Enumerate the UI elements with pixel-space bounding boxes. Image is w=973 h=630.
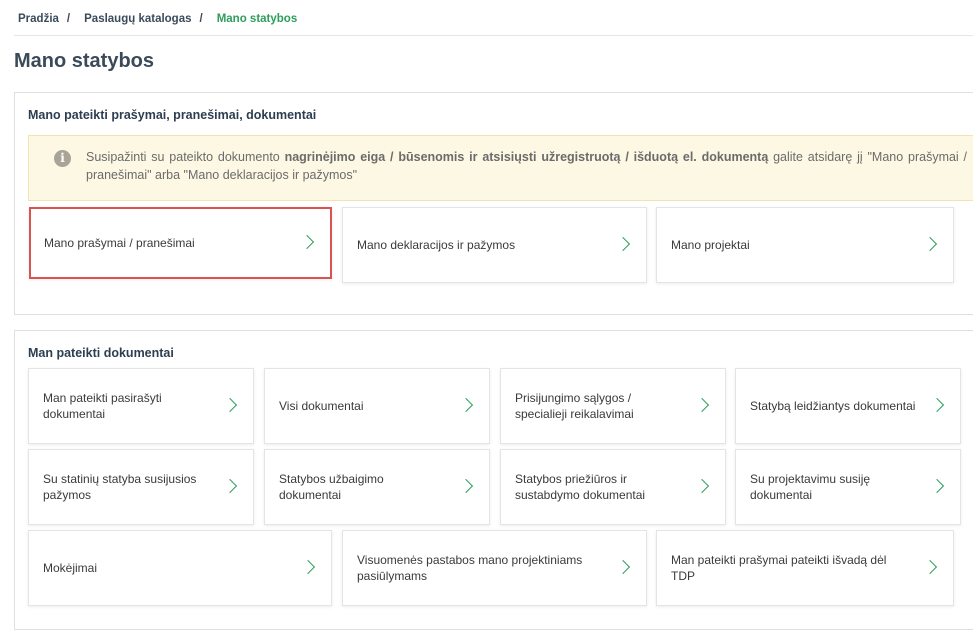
card-completion-documents[interactable]: Statybos užbaigimo dokumentai — [264, 449, 490, 525]
card-label: Su projektavimu susiję dokumentai — [750, 472, 871, 502]
card-label: Mano prašymai / pranešimai — [44, 236, 195, 250]
chevron-right-icon — [929, 478, 945, 494]
breadcrumb-current: Mano statybos — [216, 13, 298, 25]
section-title: Man pateikti dokumentai — [28, 346, 174, 360]
card-all-documents[interactable]: Visi dokumentai — [264, 368, 490, 444]
card-my-declarations[interactable]: Mano deklaracijos ir pažymos — [342, 207, 647, 283]
card-design-documents[interactable]: Su projektavimu susiję dokumentai — [735, 449, 961, 525]
chevron-right-icon — [694, 478, 710, 494]
card-public-comments[interactable]: Visuomenės pastabos mano projektiniams p… — [342, 530, 647, 606]
received-documents-panel: Man pateikti dokumentai Man pateikti pas… — [14, 330, 973, 630]
card-payments[interactable]: Mokėjimai — [28, 530, 332, 606]
card-building-permits[interactable]: Statybą leidžiantys dokumentai — [735, 368, 961, 444]
card-label: Mano projektai — [671, 238, 750, 252]
section-title: Mano pateikti prašymai, pranešimai, doku… — [28, 108, 317, 122]
chevron-right-icon — [615, 236, 631, 252]
chevron-right-icon — [922, 559, 938, 575]
card-tdp-conclusions[interactable]: Man pateikti prašymai pateikti išvadą dė… — [656, 530, 954, 606]
chevron-right-icon — [299, 234, 315, 250]
card-label: Visi dokumentai — [279, 399, 364, 413]
info-alert: i Susipažinti su pateikto dokumento nagr… — [28, 135, 973, 201]
card-label: Prisijungimo sąlygos / specialieji reika… — [515, 391, 634, 421]
info-icon: i — [54, 150, 71, 167]
page-title: Mano statybos — [14, 50, 155, 72]
chevron-right-icon — [458, 397, 474, 413]
breadcrumb-separator: / — [199, 13, 203, 25]
breadcrumb-home[interactable]: Pradžia — [18, 13, 59, 25]
chevron-right-icon — [222, 397, 238, 413]
chevron-right-icon — [922, 236, 938, 252]
chevron-right-icon — [615, 559, 631, 575]
breadcrumb-catalog[interactable]: Paslaugų katalogas — [84, 13, 191, 25]
header-divider — [14, 35, 973, 36]
card-my-projects[interactable]: Mano projektai — [656, 207, 954, 283]
card-signed-documents[interactable]: Man pateikti pasirašyti dokumentai — [28, 368, 254, 444]
chevron-right-icon — [300, 559, 316, 575]
card-label: Man pateikti prašymai pateikti išvadą dė… — [671, 553, 887, 583]
chevron-right-icon — [222, 478, 238, 494]
card-label: Statybos priežiūros ir sustabdymo dokume… — [515, 472, 646, 502]
card-construction-certificates[interactable]: Su statinių statyba susijusios pažymos — [28, 449, 254, 525]
chevron-right-icon — [929, 397, 945, 413]
my-submitted-panel: Mano pateikti prašymai, pranešimai, doku… — [14, 92, 973, 315]
card-connection-conditions[interactable]: Prisijungimo sąlygos / specialieji reika… — [500, 368, 726, 444]
chevron-right-icon — [694, 397, 710, 413]
card-label: Visuomenės pastabos mano projektiniams p… — [357, 553, 583, 583]
chevron-right-icon — [458, 478, 474, 494]
card-label: Mano deklaracijos ir pažymos — [357, 238, 516, 252]
card-label: Su statinių statyba susijusios pažymos — [43, 472, 197, 502]
card-supervision-documents[interactable]: Statybos priežiūros ir sustabdymo dokume… — [500, 449, 726, 525]
card-label: Statybos užbaigimo dokumentai — [279, 472, 384, 502]
card-label: Man pateikti pasirašyti dokumentai — [43, 391, 162, 421]
card-label: Mokėjimai — [43, 561, 98, 575]
breadcrumb-separator: / — [66, 13, 71, 25]
alert-text: Susipažinti su pateikto dokumento nagrin… — [86, 150, 967, 182]
breadcrumb: Pradžia / Paslaugų katalogas / Mano stat… — [18, 13, 297, 25]
card-my-requests[interactable]: Mano prašymai / pranešimai — [29, 207, 332, 279]
card-label: Statybą leidžiantys dokumentai — [750, 399, 916, 413]
